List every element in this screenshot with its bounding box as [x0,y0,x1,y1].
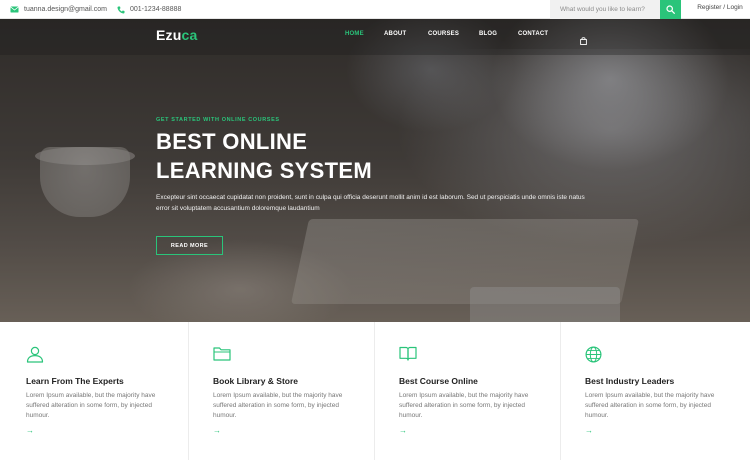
main-nav: Ezuca HOME ABOUT COURSES BLOG CONTACT [0,19,750,55]
site-logo[interactable]: Ezuca [156,27,197,43]
nav-courses[interactable]: COURSES [428,31,459,37]
top-bar: tuanna.design@gmail.com 001-1234-88888 R… [0,0,750,19]
nav-about[interactable]: ABOUT [384,31,406,37]
hero-banner: Ezuca HOME ABOUT COURSES BLOG CONTACT GE… [0,19,750,322]
feature-arrow-link[interactable]: → [585,426,593,436]
logo-accent: ca [181,27,198,43]
book-icon [399,346,417,366]
logo-main: Ezu [156,27,182,43]
feature-title: Book Library & Store [213,376,299,386]
feature-arrow-link[interactable]: → [213,426,221,436]
envelope-icon [10,6,19,13]
feature-card-experts: Learn From The Experts Lorem Ipsum avail… [26,322,188,460]
shopping-bag-icon [580,37,587,45]
nav-home[interactable]: HOME [345,31,364,37]
phone-icon [117,6,125,13]
search-button[interactable] [660,0,681,19]
features-section: Learn From The Experts Lorem Ipsum avail… [0,322,750,460]
feature-title: Best Industry Leaders [585,376,675,386]
hero-description: Excepteur sint occaecat cupidatat non pr… [156,194,585,212]
feature-text: Lorem Ipsum available, but the majority … [585,392,715,419]
nav-blog[interactable]: BLOG [479,31,497,37]
hero-headline-line2: LEARNING SYSTEM [156,158,372,183]
email-text: tuanna.design@gmail.com [24,6,107,13]
feature-arrow-link[interactable]: → [399,426,407,436]
contact-phone[interactable]: 001-1234-88888 [117,0,181,19]
feature-card-leaders: Best Industry Leaders Lorem Ipsum availa… [560,322,750,460]
feature-text: Lorem Ipsum available, but the majority … [213,392,343,419]
globe-icon [585,346,602,368]
user-icon [26,346,44,368]
nav-contact[interactable]: CONTACT [518,31,548,37]
hero-overlay [0,19,750,322]
search-icon [666,5,675,14]
register-login-link[interactable]: Register / Login [690,0,750,14]
folder-icon [213,346,231,366]
feature-text: Lorem Ipsum available, but the majority … [26,392,156,419]
cart-button[interactable] [580,32,587,50]
feature-text: Lorem Ipsum available, but the majority … [399,392,529,419]
read-more-button[interactable]: READ MORE [156,236,223,255]
feature-card-library: Book Library & Store Lorem Ipsum availab… [188,322,374,460]
feature-card-courses: Best Course Online Lorem Ipsum available… [374,322,560,460]
contact-email[interactable]: tuanna.design@gmail.com [10,0,107,19]
phone-text: 001-1234-88888 [130,6,182,13]
feature-arrow-link[interactable]: → [26,426,34,436]
hero-headline-line1: BEST ONLINE [156,129,308,154]
hero-eyebrow: GET STARTED WITH ONLINE COURSES [156,117,280,123]
feature-title: Best Course Online [399,376,478,386]
feature-title: Learn From The Experts [26,376,124,386]
